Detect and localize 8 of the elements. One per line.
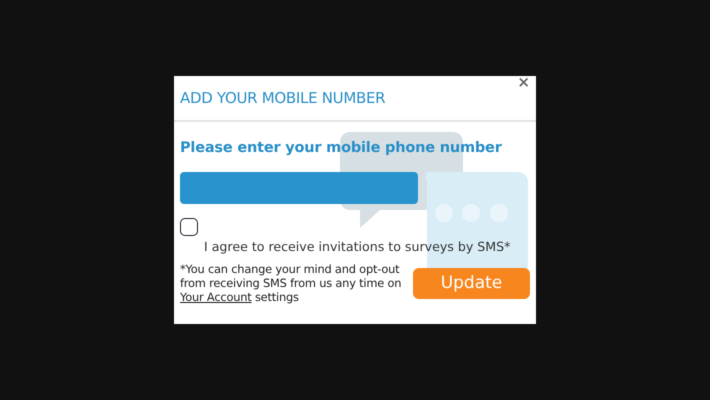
prompt-heading: Please enter your mobile phone number (180, 140, 503, 156)
dialog-title: ADD YOUR MOBILE NUMBER (180, 89, 386, 107)
consent-label: I agree to receive invitations to surveys by SMS* (204, 239, 512, 254)
phone-field[interactable] (180, 172, 418, 204)
account-link[interactable]: Your Account (180, 290, 252, 304)
consent-checkbox[interactable] (180, 218, 198, 236)
close-button[interactable]: × (517, 76, 530, 90)
opt-out-note: *You can change your mind and opt-out from receiving SMS from us any time on Your Account settings (180, 262, 402, 304)
